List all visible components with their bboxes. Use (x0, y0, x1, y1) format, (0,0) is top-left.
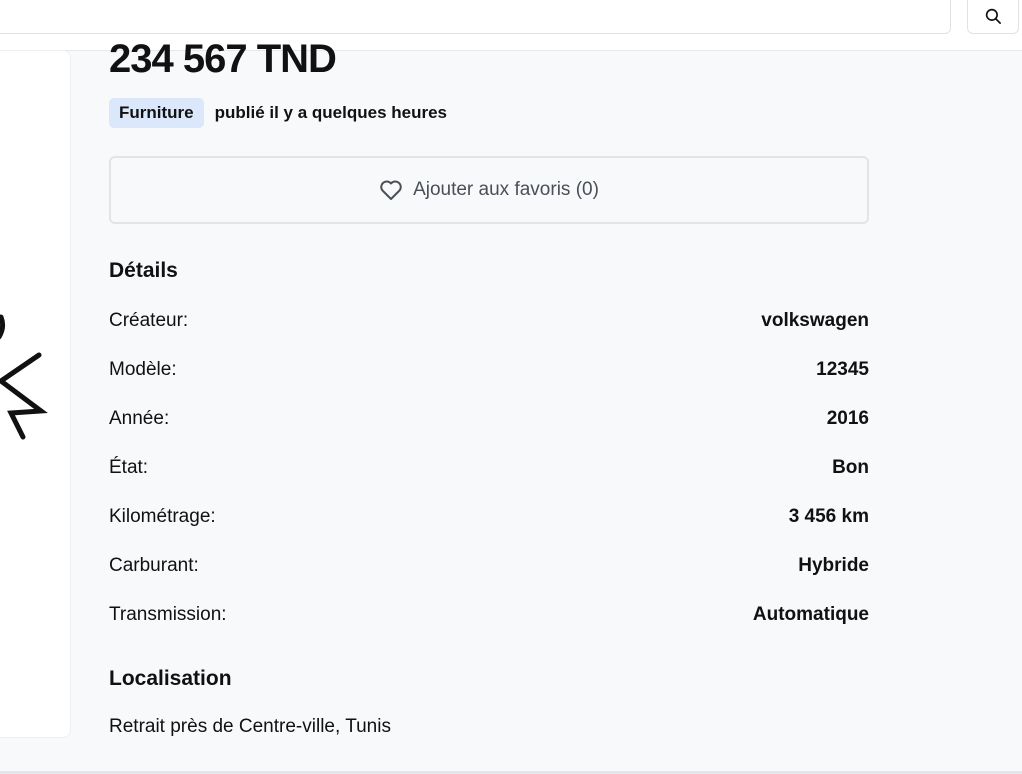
detail-value: 12345 (816, 359, 869, 380)
detail-value: Hybride (798, 555, 869, 576)
add-to-favorites-button[interactable]: Ajouter aux favoris (0) (109, 156, 869, 224)
details-title: Détails (109, 259, 178, 282)
detail-value: 3 456 km (788, 506, 869, 527)
detail-row: État: Bon (109, 454, 869, 482)
detail-label: Kilométrage: (109, 506, 216, 527)
detail-label: État: (109, 457, 149, 478)
listing-meta: Furniture publié il y a quelques heures (109, 98, 447, 128)
detail-row: Kilométrage: 3 456 km (109, 503, 869, 531)
detail-value: volkswagen (761, 310, 869, 331)
detail-value: Automatique (752, 604, 869, 625)
posted-time: publié il y a quelques heures (214, 103, 448, 122)
detail-row: Transmission: Automatique (109, 601, 869, 629)
heart-outline-icon (379, 179, 403, 201)
location-title: Localisation (109, 667, 232, 690)
detail-label: Année: (109, 408, 170, 429)
search-button[interactable] (967, 0, 1019, 34)
detail-label: Modèle: (109, 359, 177, 380)
search-input[interactable] (0, 0, 951, 34)
detail-label: Créateur: (109, 310, 189, 331)
category-badge[interactable]: Furniture (109, 98, 204, 128)
detail-label: Transmission: (109, 604, 227, 625)
listing-image[interactable] (0, 50, 71, 738)
detail-row: Carburant: Hybride (109, 552, 869, 580)
detail-label: Carburant: (109, 555, 199, 576)
search-icon (985, 8, 1001, 24)
detail-row: Année: 2016 (109, 405, 869, 433)
detail-row: Modèle: 12345 (109, 356, 869, 384)
listing-page: 234 567 TND Furniture publié il y a quel… (0, 0, 1022, 774)
listing-price: 234 567 TND (109, 37, 337, 81)
favorites-label: Ajouter aux favoris (0) (413, 179, 599, 200)
detail-value: 2016 (826, 408, 869, 429)
detail-value: Bon (832, 457, 869, 478)
detail-row: Créateur: volkswagen (109, 307, 869, 335)
image-sketch (0, 314, 48, 440)
location-text: Retrait près de Centre-ville, Tunis (109, 716, 391, 737)
